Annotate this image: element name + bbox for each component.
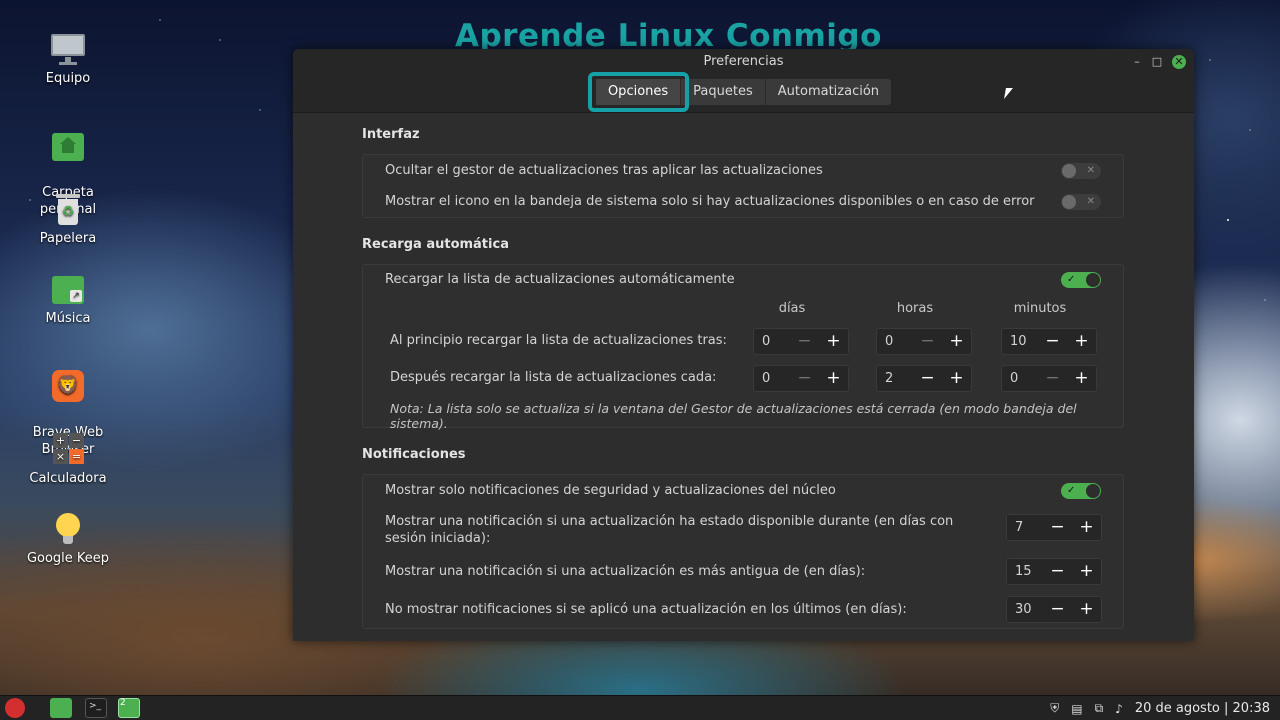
terminal-icon[interactable]: >_ (85, 698, 107, 718)
close-button[interactable]: ✕ (1172, 55, 1186, 69)
desktop-icon-musica[interactable]: ↗ Música (20, 272, 116, 327)
taskbar: >_ 2 ⛨ ▤ ⧉ ♪ 20 de agosto | 20:38 (0, 695, 1280, 720)
notify-older-label: Mostrar una notificación si una actualiz… (385, 564, 866, 579)
desktop-icon-label: Papelera (39, 231, 97, 246)
calculator-icon: + − × = (50, 432, 86, 468)
option-row: Recargar la lista de actualizaciones aut… (363, 265, 1123, 294)
workspace-badge: 2 (120, 698, 126, 708)
brave-icon: 🦁 (50, 369, 86, 405)
plus-button[interactable]: + (1072, 515, 1101, 540)
recarga-box: Recargar la lista de actualizaciones aut… (362, 264, 1124, 431)
first-hours-spinner[interactable]: 0− + (876, 328, 972, 355)
minus-button[interactable]: − (913, 329, 942, 354)
desktop-icon-equipo[interactable]: Equipo (20, 32, 116, 87)
minus-button[interactable]: − (1043, 559, 1072, 584)
minimize-button[interactable]: – (1130, 55, 1144, 69)
option-label: Mostrar el icono en la bandeja de sistem… (385, 194, 1035, 209)
preferences-window: Preferencias – □ ✕ Opciones Paquetes Aut… (293, 49, 1194, 641)
column-header-dias: días (778, 301, 806, 316)
security-only-switch[interactable]: ✓ (1061, 482, 1101, 499)
after-minutes-spinner[interactable]: 0− + (1001, 365, 1097, 392)
system-tray: ⛨ ▤ ⧉ ♪ 20 de agosto | 20:38 (1050, 696, 1270, 720)
notify-available-label: Mostrar una notificación si una actualiz… (385, 514, 954, 546)
option-label: Ocultar el gestor de actualizaciones tra… (385, 163, 823, 178)
desktop-icon-calculadora[interactable]: + − × = Calculadora (20, 432, 116, 487)
first-days-spinner[interactable]: 0− + (753, 328, 849, 355)
minus-button[interactable]: − (913, 366, 942, 391)
auto-refresh-switch[interactable]: ✓ (1061, 271, 1101, 288)
minus-button[interactable]: − (1038, 329, 1067, 354)
plus-button[interactable]: + (1072, 559, 1101, 584)
desktop-icon-label: Calculadora (29, 471, 107, 486)
plus-button[interactable]: + (819, 366, 848, 391)
option-label: Mostrar solo notificaciones de seguridad… (385, 483, 836, 498)
keep-icon (50, 512, 86, 548)
section-title-interfaz: Interfaz (362, 127, 420, 142)
hide-after-apply-switch[interactable]: ✕ (1061, 162, 1101, 179)
plus-button[interactable]: + (1067, 366, 1096, 391)
files-icon[interactable] (50, 698, 72, 718)
notify-recent-spinner[interactable]: 30− + (1006, 596, 1102, 623)
first-minutes-spinner[interactable]: 10− + (1001, 328, 1097, 355)
tab-automatizacion[interactable]: Automatización (766, 79, 891, 105)
column-header-horas: horas (896, 301, 934, 316)
after-refresh-label: Después recargar la lista de actualizaci… (390, 370, 717, 385)
tab-highlight-frame (588, 72, 689, 112)
printer-icon[interactable]: ▤ (1071, 702, 1082, 716)
plus-button[interactable]: + (819, 329, 848, 354)
desktop-icon-label: Google Keep (26, 551, 110, 566)
after-days-spinner[interactable]: 0− + (753, 365, 849, 392)
interfaz-box: Ocultar el gestor de actualizaciones tra… (362, 154, 1124, 218)
refresh-note: Nota: La lista solo se actualiza si la v… (390, 401, 1077, 431)
volume-icon[interactable]: ♪ (1115, 702, 1123, 716)
minus-button[interactable]: − (1043, 597, 1072, 622)
notify-older-spinner[interactable]: 15− + (1006, 558, 1102, 585)
after-hours-spinner[interactable]: 2− + (876, 365, 972, 392)
plus-button[interactable]: + (1072, 597, 1101, 622)
column-header-minutos: minutos (1013, 301, 1067, 316)
option-row: Mostrar solo notificaciones de seguridad… (363, 475, 1123, 506)
network-icon[interactable]: ⧉ (1095, 701, 1104, 716)
notify-available-spinner[interactable]: 7− + (1006, 514, 1102, 541)
minus-button[interactable]: − (790, 366, 819, 391)
plus-button[interactable]: + (942, 329, 971, 354)
tab-paquetes[interactable]: Paquetes (681, 79, 766, 105)
update-manager-icon[interactable]: 2 (118, 698, 140, 718)
tab-bar: Opciones Paquetes Automatización (293, 79, 1194, 105)
minus-button[interactable]: − (790, 329, 819, 354)
notify-recent-label: No mostrar notificaciones si se aplicó u… (385, 602, 907, 617)
window-title: Preferencias (703, 54, 784, 69)
plus-button[interactable]: + (942, 366, 971, 391)
option-label: Recargar la lista de actualizaciones aut… (385, 272, 735, 287)
minus-button[interactable]: − (1038, 366, 1067, 391)
maximize-button[interactable]: □ (1150, 55, 1164, 69)
desktop-icon-google-keep[interactable]: Google Keep (20, 512, 116, 567)
first-refresh-label: Al principio recargar la lista de actual… (390, 333, 727, 348)
minus-button[interactable]: − (1043, 515, 1072, 540)
tray-only-switch[interactable]: ✕ (1061, 193, 1101, 210)
section-title-notificaciones: Notificaciones (362, 447, 466, 462)
trash-icon: ♻ (50, 192, 86, 228)
clock[interactable]: 20 de agosto | 20:38 (1135, 701, 1270, 716)
options-content: Interfaz Ocultar el gestor de actualizac… (293, 113, 1194, 629)
music-folder-icon: ↗ (50, 272, 86, 308)
desktop-icon-label: Música (45, 311, 91, 326)
option-row: Mostrar el icono en la bandeja de sistem… (363, 186, 1123, 217)
shield-icon[interactable]: ⛨ (1050, 701, 1059, 716)
section-title-recarga: Recarga automática (362, 237, 509, 252)
window-titlebar[interactable]: Preferencias – □ ✕ Opciones Paquetes Aut… (293, 49, 1194, 113)
option-row: Ocultar el gestor de actualizaciones tra… (363, 155, 1123, 186)
computer-icon (50, 32, 86, 68)
desktop-icon-label: Equipo (45, 71, 91, 86)
plus-button[interactable]: + (1067, 329, 1096, 354)
desktop-icon-papelera[interactable]: ♻ Papelera (20, 192, 116, 247)
home-folder-icon (50, 129, 86, 165)
notificaciones-box: Mostrar solo notificaciones de seguridad… (362, 474, 1124, 629)
menu-icon[interactable] (5, 698, 25, 718)
